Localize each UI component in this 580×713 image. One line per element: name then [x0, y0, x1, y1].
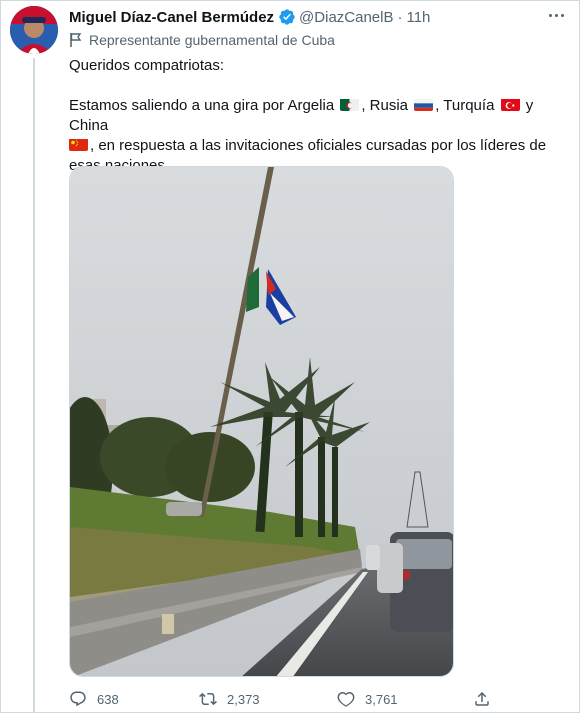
tweet-greeting: Queridos compatriotas:: [69, 57, 225, 74]
avatar[interactable]: [10, 6, 58, 54]
tweet-body-part1: Estamos saliendo a una gira por Argelia: [69, 97, 335, 114]
retweet-icon: [199, 692, 217, 706]
reply-count: 638: [97, 691, 119, 707]
russia-flag-icon: [414, 98, 434, 111]
timestamp[interactable]: 11h: [406, 9, 430, 26]
retweet-count: 2,373: [227, 691, 260, 707]
share-icon: [475, 691, 489, 706]
verified-badge-icon: [279, 9, 295, 25]
tweet-header: Miguel Díaz-Canel Bermúdez @DiazCanelB ·…: [69, 6, 560, 28]
reply-icon: [70, 691, 86, 707]
tweet-body: Estamos saliendo a una gira por Argelia …: [69, 96, 564, 176]
flag-icon: [70, 33, 82, 47]
tweet-photo[interactable]: [69, 166, 454, 677]
tweet-text: Queridos compatriotas: Estamos saliendo …: [69, 56, 564, 176]
like-count: 3,761: [365, 691, 398, 707]
separator-dot: ·: [397, 8, 403, 26]
heart-icon: [337, 691, 355, 707]
turkey-flag-icon: [500, 98, 520, 111]
more-icon[interactable]: [546, 6, 566, 24]
like-button[interactable]: 3,761: [337, 690, 398, 708]
retweet-button[interactable]: 2,373: [199, 690, 260, 708]
author-handle[interactable]: @DiazCanelB: [299, 9, 393, 26]
government-label-text[interactable]: Representante gubernamental de Cuba: [89, 32, 335, 48]
thread-line: [33, 58, 35, 713]
author-name[interactable]: Miguel Díaz-Canel Bermúdez: [69, 9, 274, 26]
china-flag-icon: [69, 138, 88, 151]
share-button[interactable]: [473, 690, 501, 708]
algeria-flag-icon: [340, 98, 360, 111]
reply-button[interactable]: 638: [69, 690, 119, 708]
tweet-actions: 638 2,373 3,761: [69, 688, 509, 710]
tweet-body-part2: , Rusia: [361, 97, 409, 114]
government-label: Representante gubernamental de Cuba: [69, 31, 335, 49]
tweet-body-part3: , Turquía: [435, 97, 495, 114]
